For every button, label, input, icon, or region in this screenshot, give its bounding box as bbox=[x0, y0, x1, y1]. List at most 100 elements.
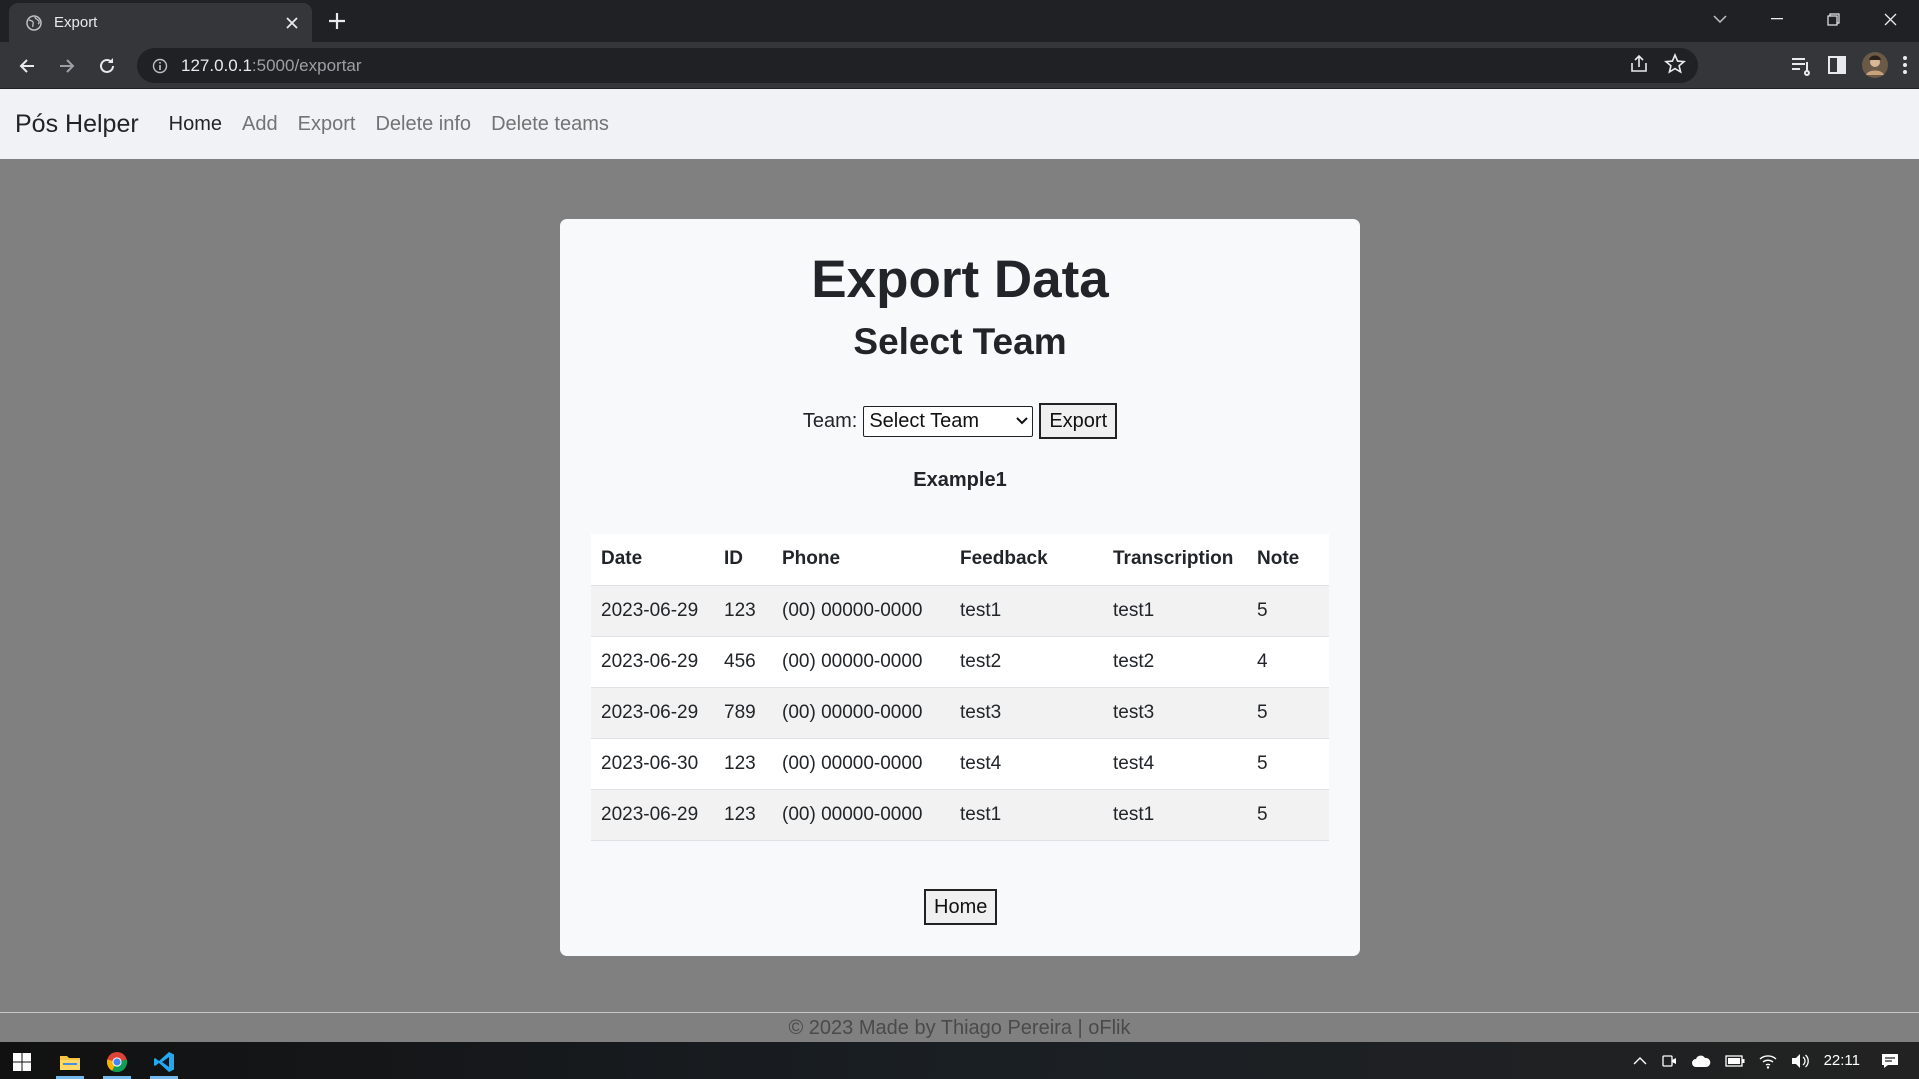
nav-link-export[interactable]: Export bbox=[298, 113, 356, 136]
cell-feedback: test2 bbox=[950, 636, 1103, 688]
cell-phone: (00) 00000-0000 bbox=[772, 687, 950, 739]
media-queue-icon[interactable] bbox=[1789, 53, 1813, 77]
cell-feedback: test4 bbox=[950, 738, 1103, 790]
close-tab-icon[interactable] bbox=[286, 16, 298, 29]
windows-taskbar: 22:11 bbox=[0, 1042, 1919, 1079]
url-host: 127.0.0.1 bbox=[181, 55, 252, 75]
table-row: 2023-06-29 123 (00) 00000-0000 test1 tes… bbox=[591, 585, 1329, 637]
cell-feedback: test3 bbox=[950, 687, 1103, 739]
cell-feedback: test1 bbox=[950, 789, 1103, 841]
column-header-transcription: Transcription bbox=[1103, 534, 1247, 586]
team-name-heading: Example1 bbox=[913, 469, 1007, 491]
close-window-icon[interactable] bbox=[1862, 0, 1919, 38]
cell-date: 2023-06-29 bbox=[591, 585, 714, 637]
notifications-icon[interactable] bbox=[1881, 1053, 1899, 1069]
cell-transcription: test2 bbox=[1103, 636, 1247, 688]
address-bar[interactable]: 127.0.0.1:5000/exportar bbox=[137, 48, 1698, 83]
reload-icon[interactable] bbox=[93, 52, 121, 80]
browser-tab[interactable]: Export bbox=[9, 3, 312, 42]
new-tab-button[interactable] bbox=[326, 10, 348, 32]
browser-toolbar: 127.0.0.1:5000/exportar bbox=[0, 42, 1919, 89]
menu-kebab-icon[interactable] bbox=[1901, 53, 1909, 77]
cell-note: 5 bbox=[1247, 687, 1329, 739]
cell-transcription: test4 bbox=[1103, 738, 1247, 790]
cell-transcription: test1 bbox=[1103, 585, 1247, 637]
vscode-icon[interactable] bbox=[142, 1045, 186, 1079]
chrome-icon[interactable] bbox=[95, 1045, 139, 1079]
side-panel-icon[interactable] bbox=[1825, 53, 1849, 77]
cell-id: 123 bbox=[714, 585, 772, 637]
url-path: :5000/exportar bbox=[251, 55, 362, 75]
file-explorer-icon[interactable] bbox=[48, 1045, 92, 1079]
cell-date: 2023-06-30 bbox=[591, 738, 714, 790]
restore-icon[interactable] bbox=[1805, 0, 1862, 38]
cell-note: 5 bbox=[1247, 738, 1329, 790]
share-icon[interactable] bbox=[1628, 53, 1650, 75]
cell-phone: (00) 00000-0000 bbox=[772, 738, 950, 790]
column-header-phone: Phone bbox=[772, 534, 950, 586]
brand-logo[interactable]: Pós Helper bbox=[15, 110, 139, 139]
export-button[interactable]: Export bbox=[1039, 403, 1118, 439]
wifi-icon[interactable] bbox=[1759, 1053, 1777, 1069]
column-header-date: Date bbox=[591, 534, 714, 586]
forward-icon[interactable] bbox=[53, 52, 81, 80]
export-card: Export Data Select Team Team: Select Tea… bbox=[560, 219, 1360, 956]
cell-phone: (00) 00000-0000 bbox=[772, 585, 950, 637]
onedrive-cloud-icon[interactable] bbox=[1691, 1054, 1711, 1068]
team-form: Team: Select Team Export bbox=[560, 403, 1360, 439]
tab-title: Export bbox=[54, 14, 98, 31]
window-controls bbox=[1691, 0, 1919, 38]
export-table: Date ID Phone Feedback Transcription Not… bbox=[591, 534, 1329, 841]
column-header-feedback: Feedback bbox=[950, 534, 1103, 586]
system-tray: 22:11 bbox=[1626, 1042, 1919, 1079]
meet-now-icon[interactable] bbox=[1661, 1053, 1677, 1069]
table-header-row: Date ID Phone Feedback Transcription Not… bbox=[591, 534, 1329, 586]
speaker-icon[interactable] bbox=[1791, 1053, 1809, 1069]
cell-feedback: test1 bbox=[950, 585, 1103, 637]
bookmark-star-icon[interactable] bbox=[1664, 53, 1686, 75]
battery-icon[interactable] bbox=[1724, 1054, 1745, 1067]
tab-search-icon[interactable] bbox=[1691, 0, 1748, 38]
team-label: Team: bbox=[802, 409, 858, 432]
site-info-icon[interactable] bbox=[152, 58, 168, 74]
cell-date: 2023-06-29 bbox=[591, 789, 714, 841]
chevron-down-icon bbox=[1016, 417, 1029, 425]
cell-note: 4 bbox=[1247, 636, 1329, 688]
page-footer: © 2023 Made by Thiago Pereira | oFlik bbox=[0, 1012, 1919, 1042]
column-header-id: ID bbox=[714, 534, 772, 586]
column-header-note: Note bbox=[1247, 534, 1329, 586]
page-title: Export Data bbox=[811, 250, 1109, 309]
cell-note: 5 bbox=[1247, 789, 1329, 841]
cell-transcription: test1 bbox=[1103, 789, 1247, 841]
app-navbar: Pós Helper Home Add Export Delete info D… bbox=[0, 89, 1919, 159]
cell-id: 789 bbox=[714, 687, 772, 739]
team-select[interactable]: Select Team bbox=[863, 405, 1034, 437]
cell-id: 123 bbox=[714, 789, 772, 841]
cell-phone: (00) 00000-0000 bbox=[772, 789, 950, 841]
cell-date: 2023-06-29 bbox=[591, 687, 714, 739]
table-row: 2023-06-29 789 (00) 00000-0000 test3 tes… bbox=[591, 687, 1329, 739]
browser-tab-strip: Export bbox=[0, 0, 1919, 42]
taskbar-clock[interactable]: 22:11 bbox=[1824, 1052, 1860, 1069]
cell-date: 2023-06-29 bbox=[591, 636, 714, 688]
page-subtitle: Select Team bbox=[853, 321, 1067, 362]
nav-link-delete-teams[interactable]: Delete teams bbox=[491, 113, 609, 136]
nav-link-delete-info[interactable]: Delete info bbox=[375, 113, 471, 136]
windows-start-icon[interactable] bbox=[0, 1045, 44, 1079]
nav-link-add[interactable]: Add bbox=[242, 113, 278, 136]
table-row: 2023-06-29 456 (00) 00000-0000 test2 tes… bbox=[591, 636, 1329, 688]
cell-phone: (00) 00000-0000 bbox=[772, 636, 950, 688]
globe-icon bbox=[26, 14, 42, 31]
cell-id: 456 bbox=[714, 636, 772, 688]
minimize-icon[interactable] bbox=[1748, 0, 1805, 38]
nav-link-home[interactable]: Home bbox=[169, 113, 222, 136]
table-row: 2023-06-29 123 (00) 00000-0000 test1 tes… bbox=[591, 789, 1329, 841]
team-select-value: Select Team bbox=[869, 409, 980, 432]
chevron-up-icon[interactable] bbox=[1633, 1056, 1647, 1065]
back-icon[interactable] bbox=[13, 52, 41, 80]
cell-id: 123 bbox=[714, 738, 772, 790]
cell-transcription: test3 bbox=[1103, 687, 1247, 739]
profile-avatar[interactable] bbox=[1861, 51, 1889, 79]
footer-credit: © 2023 Made by Thiago Pereira | oFlik bbox=[788, 1017, 1131, 1039]
home-button[interactable]: Home bbox=[924, 889, 998, 925]
